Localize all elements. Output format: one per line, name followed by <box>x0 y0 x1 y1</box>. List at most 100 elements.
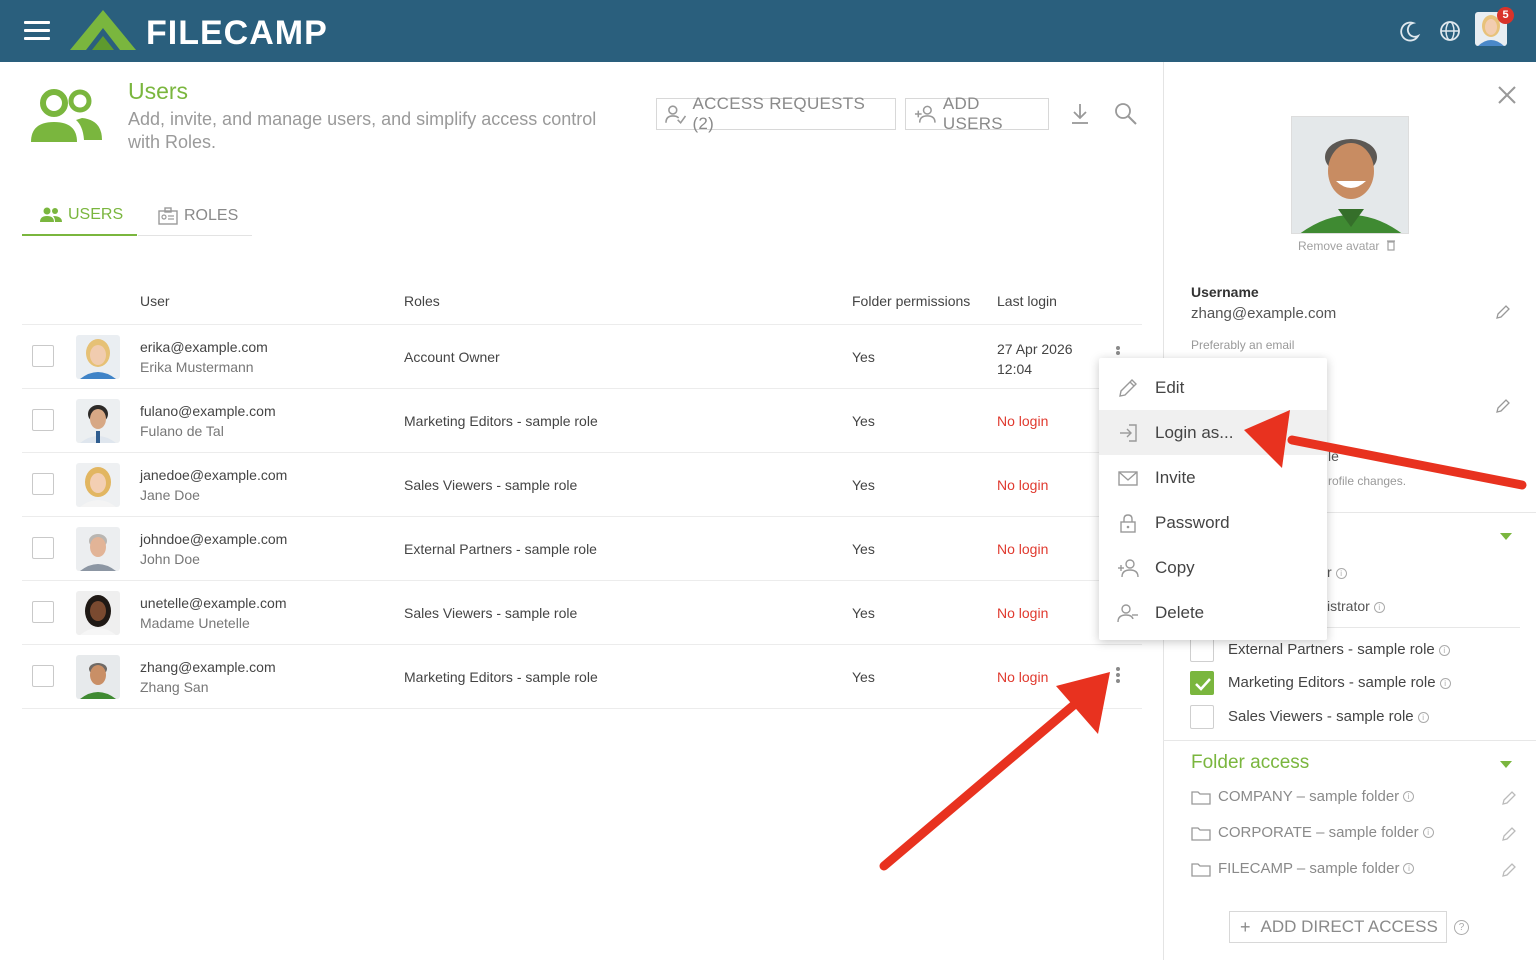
moon-icon[interactable] <box>1397 18 1423 44</box>
folder-permissions-value: Yes <box>852 477 875 493</box>
row-checkbox[interactable] <box>32 473 54 495</box>
folder-permissions-value: Yes <box>852 413 875 429</box>
tab-users[interactable]: USERS <box>22 196 137 236</box>
folder-access-toggle-icon[interactable] <box>1500 761 1512 768</box>
row-checkbox[interactable] <box>32 409 54 431</box>
table-row[interactable]: erika@example.com Erika Mustermann Accou… <box>22 325 1142 389</box>
edit-folder-pencil-icon[interactable] <box>1501 862 1517 878</box>
trash-icon <box>1386 240 1395 251</box>
notification-badge[interactable]: 5 <box>1497 7 1514 24</box>
row-checkbox[interactable] <box>32 601 54 623</box>
table-row[interactable]: fulano@example.com Fulano de Tal Marketi… <box>22 389 1142 453</box>
user-name: John Doe <box>140 551 200 567</box>
info-icon[interactable]: i <box>1439 677 1451 689</box>
role-label-marketing-editors: Marketing Editors - sample role i <box>1228 674 1451 691</box>
edit-folder-pencil-icon[interactable] <box>1501 826 1517 842</box>
remove-user-icon <box>1117 603 1138 622</box>
search-icon[interactable] <box>1113 101 1139 127</box>
avatar <box>76 399 120 443</box>
role-checkbox-marketing-editors[interactable] <box>1190 671 1214 695</box>
user-check-icon <box>665 105 687 124</box>
remove-avatar-link[interactable]: Remove avatar <box>1298 239 1396 253</box>
partial-field-hint: rofile changes. <box>1328 474 1407 488</box>
column-header-folder-permissions[interactable]: Folder permissions <box>852 293 970 309</box>
table-row[interactable]: zhang@example.com Zhang San Marketing Ed… <box>22 645 1142 709</box>
tab-roles[interactable]: ROLES <box>138 196 252 236</box>
last-login-value: No login <box>997 541 1049 557</box>
last-login-value: 27 Apr 2026 12:04 <box>997 341 1073 377</box>
users-group-icon <box>31 89 102 142</box>
folder-item[interactable]: CORPORATE – sample folder i <box>1191 824 1434 841</box>
users-tab-icon <box>40 207 62 222</box>
login-icon <box>1120 423 1137 442</box>
user-email: erika@example.com <box>140 339 268 355</box>
edit-folder-pencil-icon[interactable] <box>1501 790 1517 806</box>
info-icon[interactable]: i <box>1422 827 1434 838</box>
close-icon[interactable] <box>1496 84 1518 106</box>
table-row[interactable]: unetelle@example.com Madame Unetelle Sal… <box>22 581 1142 645</box>
edit-field-pencil-icon[interactable] <box>1495 398 1511 414</box>
user-email: johndoe@example.com <box>140 531 288 547</box>
info-icon[interactable]: i <box>1335 567 1347 579</box>
row-checkbox[interactable] <box>32 537 54 559</box>
help-icon[interactable]: ? <box>1454 920 1469 935</box>
menu-item-invite[interactable]: Invite <box>1099 455 1327 500</box>
column-header-roles[interactable]: Roles <box>404 293 440 309</box>
info-icon[interactable]: i <box>1403 791 1415 802</box>
role-checkbox-sales-viewers[interactable] <box>1190 705 1214 729</box>
menu-item-login-as[interactable]: Login as... <box>1099 410 1327 455</box>
menu-item-label: Password <box>1155 512 1230 532</box>
globe-icon[interactable] <box>1437 18 1463 44</box>
info-icon[interactable]: i <box>1417 711 1429 723</box>
column-header-user[interactable]: User <box>140 293 170 309</box>
row-actions-kebab-icon[interactable] <box>1112 345 1124 359</box>
row-checkbox[interactable] <box>32 345 54 367</box>
row-context-menu: Edit Login as... Invite Password Copy De… <box>1099 358 1327 640</box>
folder-permissions-value: Yes <box>852 605 875 621</box>
remove-avatar-label: Remove avatar <box>1298 239 1380 253</box>
add-direct-access-button[interactable]: + ADD DIRECT ACCESS <box>1229 911 1447 943</box>
menu-item-copy[interactable]: Copy <box>1099 545 1327 590</box>
row-actions-kebab-icon[interactable] <box>1112 665 1124 689</box>
user-name: Zhang San <box>140 679 209 695</box>
menu-item-label: Invite <box>1155 467 1196 487</box>
table-row[interactable]: johndoe@example.com John Doe External Pa… <box>22 517 1142 581</box>
avatar <box>76 527 120 571</box>
folder-item[interactable]: FILECAMP – sample folder i <box>1191 860 1415 877</box>
username-value: zhang@example.com <box>1191 305 1337 322</box>
row-checkbox[interactable] <box>32 665 54 687</box>
download-icon[interactable] <box>1067 101 1093 127</box>
partial-administrator-label: istrator i <box>1327 598 1385 614</box>
access-requests-button[interactable]: ACCESS REQUESTS (2) <box>656 94 896 133</box>
menu-item-password[interactable]: Password <box>1099 500 1327 545</box>
roles-section-toggle-icon[interactable] <box>1500 533 1512 540</box>
role-checkbox-external-partners[interactable] <box>1190 638 1214 662</box>
filecamp-logo-icon[interactable] <box>68 8 138 52</box>
column-header-last-login[interactable]: Last login <box>997 293 1057 309</box>
folder-permissions-value: Yes <box>852 349 875 365</box>
folder-access-title[interactable]: Folder access <box>1191 752 1309 774</box>
partial-role-text: r <box>1327 564 1332 580</box>
brand-name: FILECAMP <box>146 14 328 52</box>
edit-username-pencil-icon[interactable] <box>1495 304 1511 320</box>
menu-item-delete[interactable]: Delete <box>1099 590 1327 635</box>
access-requests-label: ACCESS REQUESTS (2) <box>692 94 866 133</box>
last-login-value: No login <box>997 413 1049 429</box>
last-login-value: No login <box>997 669 1049 685</box>
folder-name: CORPORATE – sample folder <box>1218 824 1419 841</box>
table-row[interactable]: janedoe@example.com Jane Doe Sales Viewe… <box>22 453 1142 517</box>
profile-photo[interactable] <box>1291 116 1409 234</box>
folder-item[interactable]: COMPANY – sample folder i <box>1191 788 1415 805</box>
folder-name: FILECAMP – sample folder <box>1218 860 1400 877</box>
menu-item-edit[interactable]: Edit <box>1099 365 1327 410</box>
add-users-button[interactable]: ADD USERS <box>905 94 1049 133</box>
role-label-sales-viewers: Sales Viewers - sample role i <box>1228 708 1429 725</box>
roles-tab-icon <box>158 206 178 225</box>
info-icon[interactable]: i <box>1403 863 1415 874</box>
info-icon[interactable]: i <box>1438 644 1450 656</box>
add-user-icon <box>914 105 936 123</box>
user-role: Account Owner <box>404 349 500 365</box>
info-icon[interactable]: i <box>1373 601 1385 613</box>
check-icon <box>1195 678 1211 691</box>
hamburger-icon[interactable] <box>24 21 50 41</box>
